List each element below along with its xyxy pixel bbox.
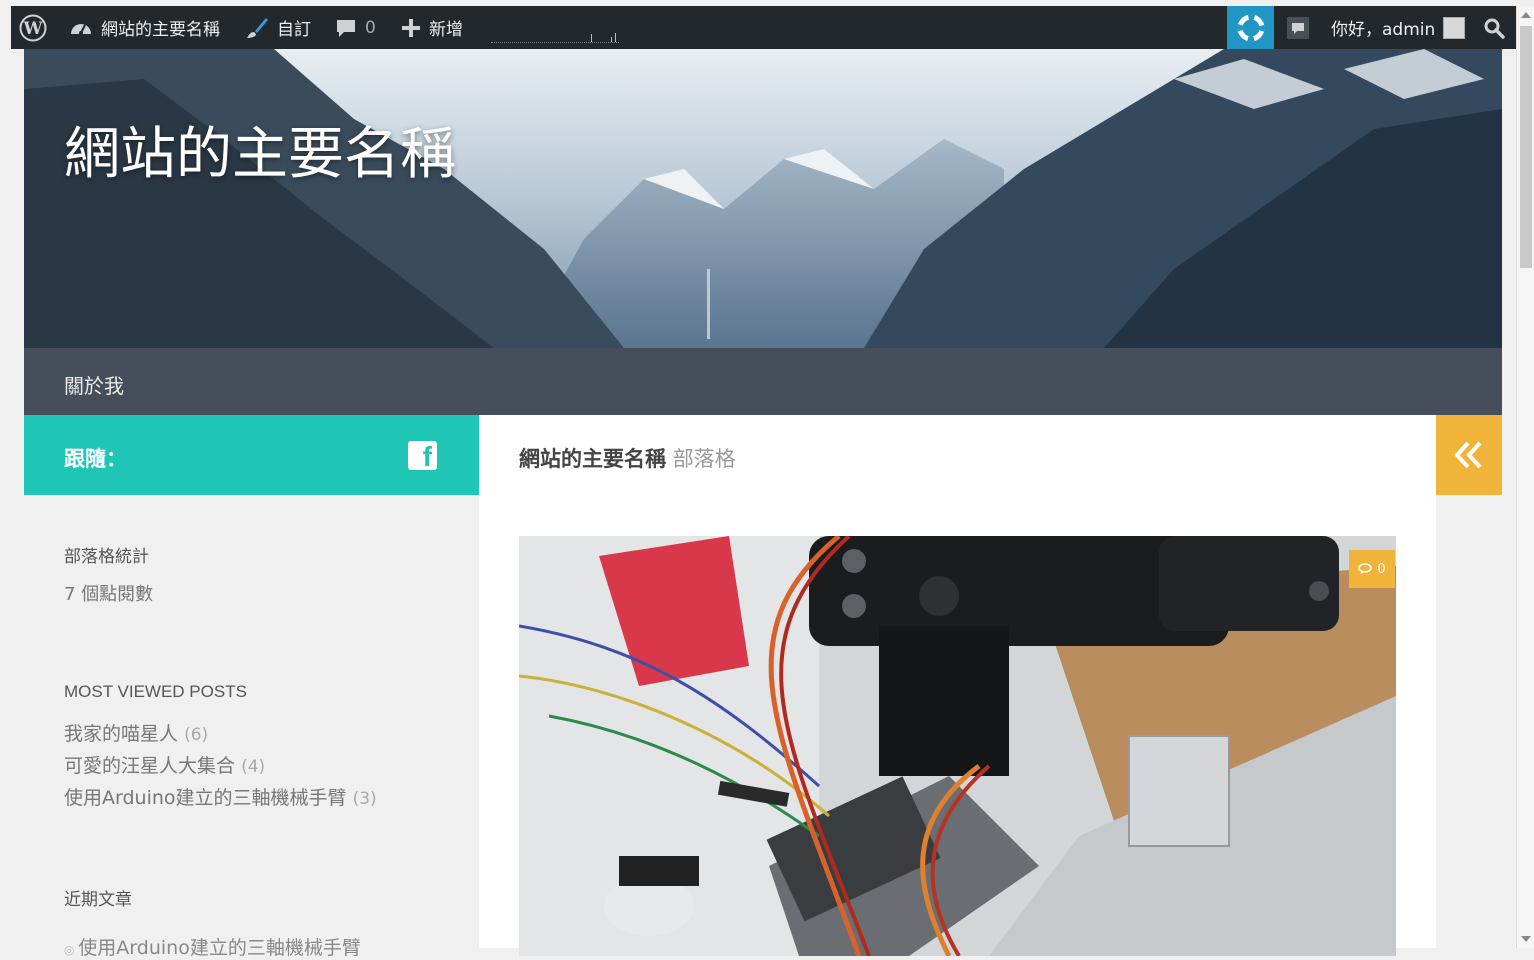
scrollbar-thumb[interactable] [1520, 26, 1532, 268]
lifebuoy-icon [1237, 14, 1264, 41]
list-item[interactable]: 使用Arduino建立的三軸機械手臂 (3) [64, 783, 377, 810]
most-viewed-link[interactable]: 使用Arduino建立的三軸機械手臂 [64, 787, 347, 809]
sidebar-toggle-button[interactable] [1436, 415, 1502, 495]
site-name-label: 網站的主要名稱 [101, 20, 220, 40]
comments-link[interactable]: 0 [335, 6, 376, 49]
list-item[interactable]: 可愛的汪星人大集合 (4) [64, 751, 265, 778]
search-icon [1484, 18, 1505, 39]
site-name-menu[interactable]: 網站的主要名稱 [69, 6, 220, 49]
comment-count: 0 [1377, 561, 1386, 577]
plus-icon [402, 18, 420, 37]
stats-sparkline[interactable] [491, 32, 619, 43]
wordpress-logo-icon: W [19, 14, 47, 41]
facebook-icon: f [422, 441, 432, 472]
brush-icon [247, 17, 268, 38]
page-title: 網站的主要名稱 部落格 [519, 443, 736, 473]
my-account-menu[interactable]: 你好，admin [1331, 6, 1466, 49]
customize-link[interactable]: 自訂 [245, 6, 311, 49]
support-button[interactable] [1227, 6, 1274, 49]
main-navigation: 關於我 [24, 348, 1502, 415]
comments-icon [1358, 563, 1373, 574]
avatar [1443, 16, 1466, 39]
double-chevron-left-icon [1454, 441, 1482, 469]
notifications-button[interactable] [1286, 6, 1310, 49]
site-title[interactable]: 網站的主要名稱 [64, 109, 456, 190]
post-thumbnail[interactable] [519, 536, 1396, 956]
follow-bar: 跟隨： f [24, 415, 479, 495]
wordpress-logo-button[interactable]: W [19, 6, 47, 49]
stats-views: 7 個點閱數 [64, 584, 154, 605]
view-count: (3) [352, 789, 377, 809]
admin-bar: W 網站的主要名稱 自訂 0 新增 你好，admin [11, 6, 1516, 49]
comment-count-badge[interactable]: 0 [1349, 550, 1395, 588]
recent-post-link[interactable]: 使用Arduino建立的三軸機械手臂 [78, 937, 361, 959]
most-viewed-title: MOST VIEWED POSTS [64, 682, 247, 701]
svg-text:W: W [22, 19, 43, 39]
site-header: 網站的主要名稱 [24, 49, 1502, 348]
notification-icon [1287, 16, 1309, 39]
comment-bubble-icon [337, 19, 355, 37]
comments-count: 0 [365, 17, 376, 38]
main-content: 0 [479, 495, 1436, 956]
scroll-down-arrow-icon[interactable] [1521, 936, 1531, 942]
follow-label: 跟隨： [64, 446, 127, 471]
new-content-menu[interactable]: 新增 [401, 6, 463, 49]
page-scrollbar[interactable] [1516, 6, 1534, 948]
page-title-bar: 網站的主要名稱 部落格 [479, 415, 1436, 496]
facebook-link[interactable]: f [408, 441, 437, 472]
search-button[interactable] [1483, 6, 1505, 49]
page-title-site: 網站的主要名稱 [519, 446, 666, 471]
scroll-up-arrow-icon[interactable] [1521, 12, 1531, 18]
customize-label: 自訂 [277, 20, 311, 40]
view-count: (6) [184, 725, 209, 745]
bullet-icon: ◎ [64, 943, 79, 957]
list-item[interactable]: 我家的喵星人 (6) [64, 719, 208, 746]
recent-posts-title: 近期文章 [64, 890, 132, 910]
most-viewed-link[interactable]: 我家的喵星人 [64, 723, 178, 745]
greeting-label: 你好，admin [1331, 20, 1436, 40]
most-viewed-link[interactable]: 可愛的汪星人大集合 [64, 755, 235, 777]
page-title-suffix: 部落格 [672, 447, 736, 471]
view-count: (4) [241, 757, 266, 777]
new-label: 新增 [429, 20, 463, 40]
stats-widget-title: 部落格統計 [64, 547, 149, 567]
sidebar: 部落格統計 7 個點閱數 MOST VIEWED POSTS 我家的喵星人 (6… [24, 495, 479, 959]
list-item[interactable]: ◎ 使用Arduino建立的三軸機械手臂 [64, 933, 361, 960]
header-mountain-image [24, 49, 1502, 348]
robot-arm-photo [519, 536, 1396, 956]
nav-item-about[interactable]: 關於我 [64, 370, 124, 399]
dashboard-icon [71, 23, 91, 35]
